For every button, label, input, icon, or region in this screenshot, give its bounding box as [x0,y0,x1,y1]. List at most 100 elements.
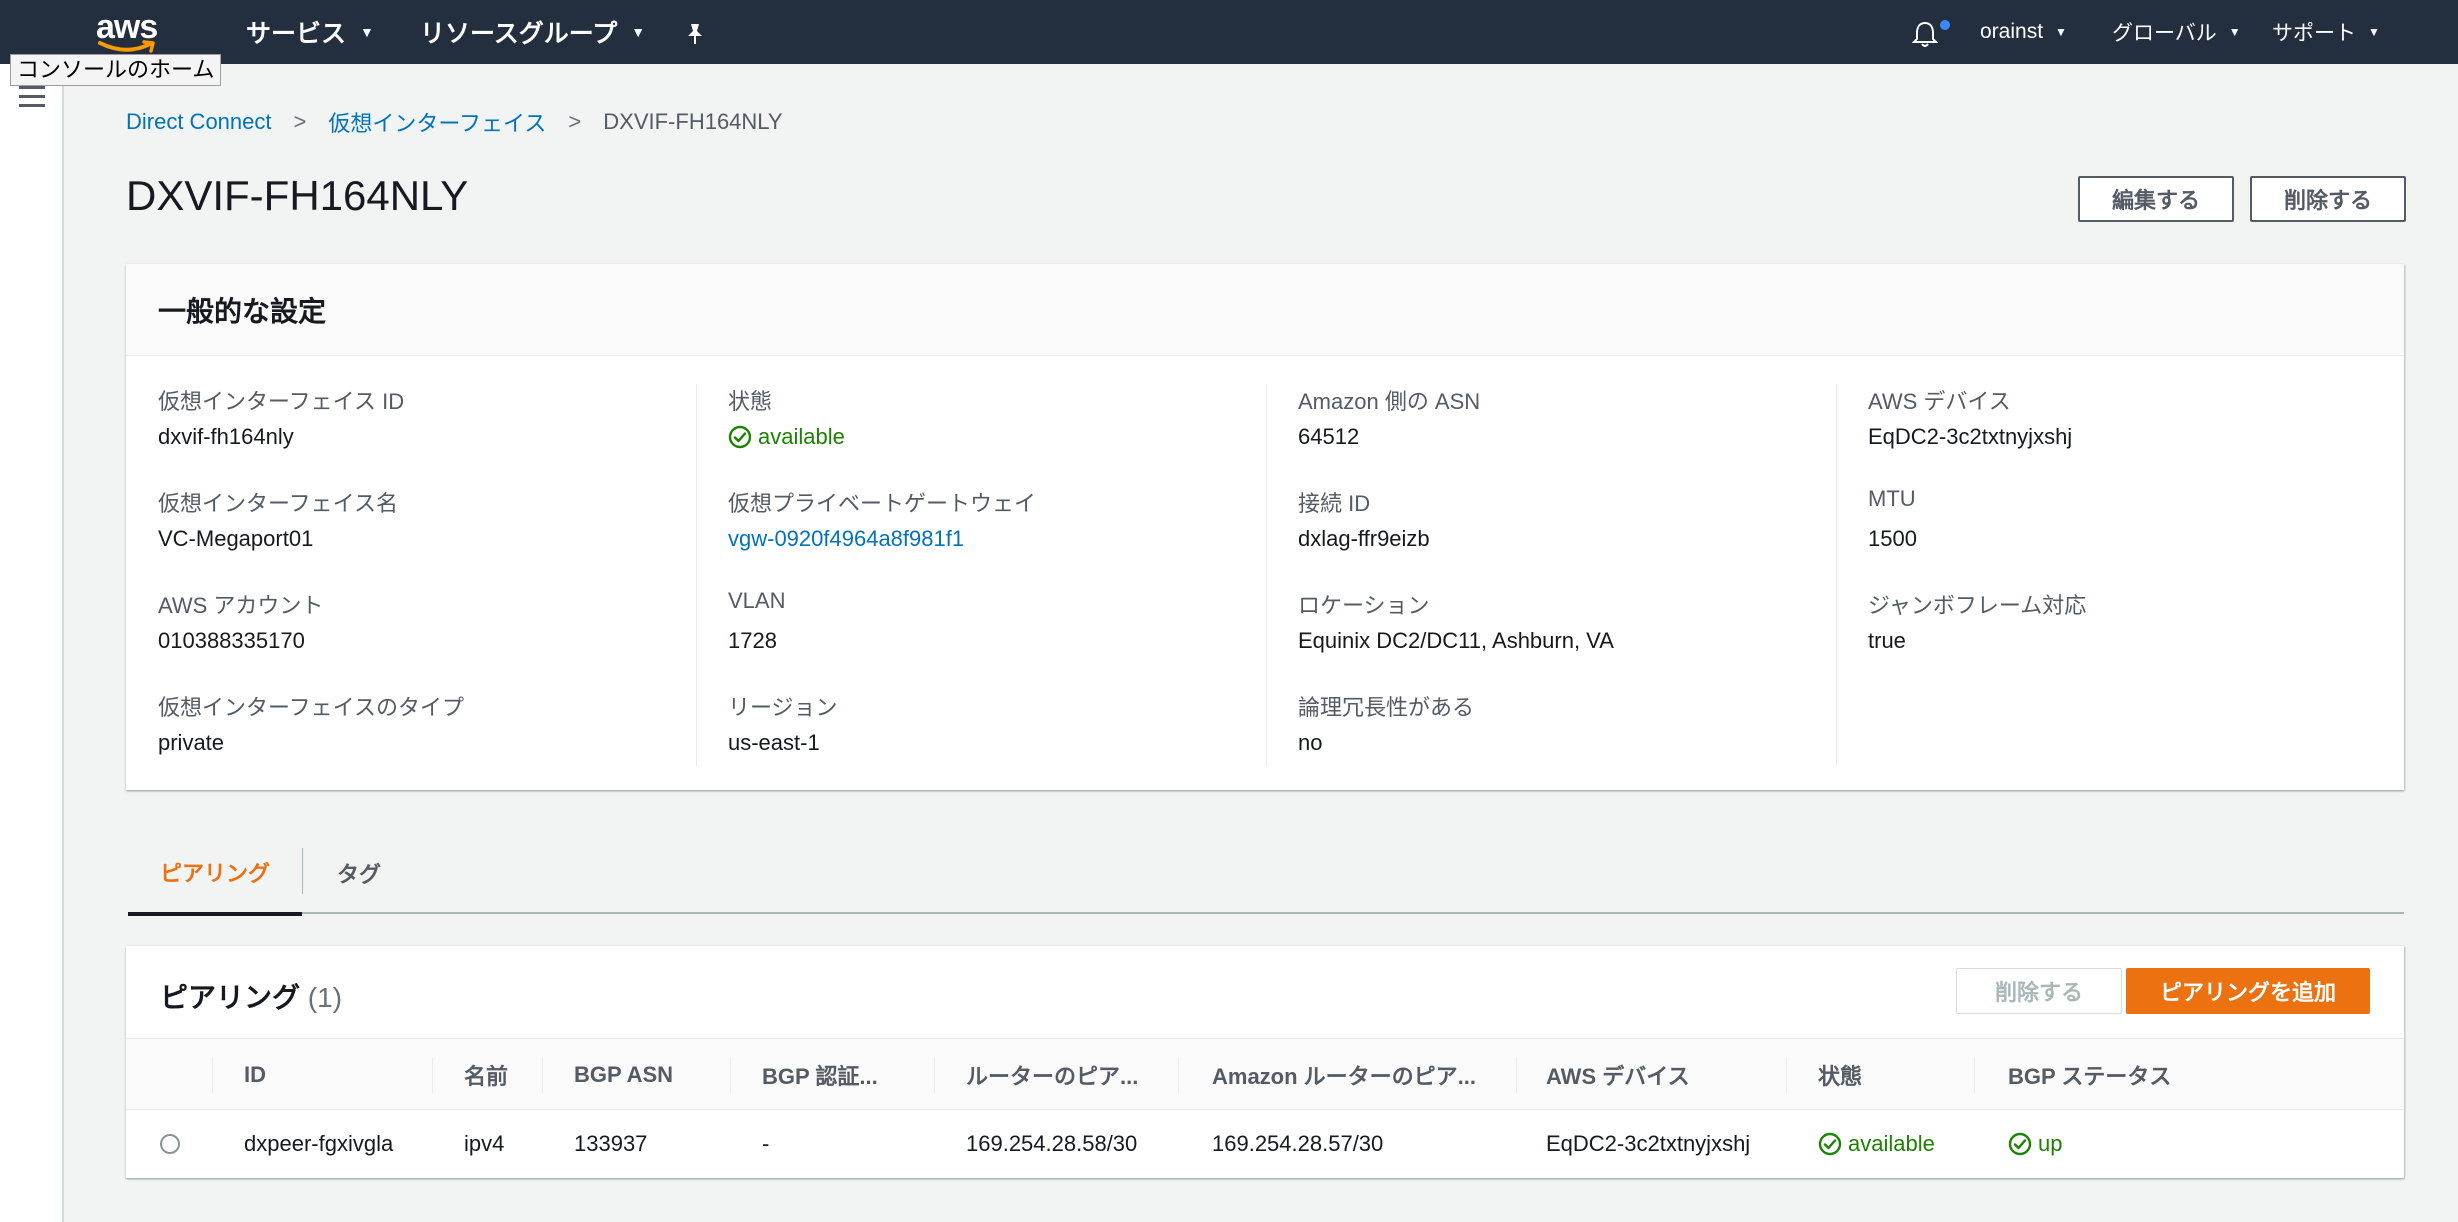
user-label: orainst [1980,20,2044,43]
field-value-region: us-east-1 [728,730,820,755]
field-value-vif-type: private [158,730,225,755]
peering-count: (1) [307,982,343,1013]
chevron-right-icon: > [293,109,307,134]
field-value-connection-id: dxlag-ffr9eizb [1298,526,1430,551]
field-value-state: available [758,424,845,449]
region-menu[interactable]: グローバル ▼ [2112,0,2241,64]
column-divider [730,1057,731,1093]
column-divider [1516,1057,1517,1093]
column-header-router-peer[interactable]: ルーターのピア... [966,1039,1138,1111]
aws-logo[interactable]: aws [96,8,162,54]
column-divider [1974,1057,1975,1093]
column-header-id[interactable]: ID [244,1039,266,1111]
column-header-aws-device[interactable]: AWS デバイス [1546,1039,1690,1111]
column-header-amazon-router-peer[interactable]: Amazon ルーターのピア... [1212,1039,1476,1111]
column-divider [1178,1057,1179,1093]
aws-smile-icon [98,40,155,53]
field-value-aws-device: EqDC2-3c2txtnyjxshj [1868,424,2073,449]
top-navigation: aws サービス ▼ リソースグループ ▼ orainst ▼ グローバル ▼ … [0,0,2458,64]
chevron-down-icon: ▼ [2228,25,2241,39]
field-label: 仮想インターフェイス名 [158,491,399,516]
tab-peering[interactable]: ピアリング [128,832,302,916]
field-value-account: 010388335170 [158,628,305,653]
pin-icon[interactable] [684,22,706,46]
delete-button[interactable]: 削除する [2250,176,2406,222]
column-header-state[interactable]: 状態 [1818,1039,1862,1111]
delete-peering-button[interactable]: 削除する [1956,968,2122,1014]
field-label: リージョン [728,695,838,720]
field-label: AWS アカウント [158,593,324,618]
cell-name: ipv4 [464,1131,505,1156]
field-label: ジャンボフレーム対応 [1868,593,2087,618]
column-header-bgp-auth[interactable]: BGP 認証... [762,1039,878,1111]
add-peering-button[interactable]: ピアリングを追加 [2126,968,2370,1014]
chevron-down-icon: ▼ [2055,25,2067,39]
cell-aws-device: EqDC2-3c2txtnyjxshj [1546,1131,1751,1156]
row-select-radio[interactable] [160,1134,180,1154]
cell-state-text: available [1848,1131,1935,1156]
field-value-location: Equinix DC2/DC11, Ashburn, VA [1298,628,1614,653]
general-settings-panel: 一般的な設定 仮想インターフェイス ID dxvif-fh164nly 仮想イン… [126,264,2404,790]
column-divider [432,1057,433,1093]
field-label: MTU [1868,486,1916,511]
user-menu[interactable]: orainst ▼ [1980,0,2067,64]
settings-column-4: AWS デバイス EqDC2-3c2txtnyjxshj MTU 1500 ジャ… [1836,356,2404,790]
tab-tags[interactable]: タグ [304,832,414,914]
field-label: ロケーション [1298,593,1430,618]
field-label: 状態 [728,389,773,414]
field-value-mtu: 1500 [1868,526,1917,551]
field-label: 仮想インターフェイスのタイプ [158,695,465,720]
settings-column-1: 仮想インターフェイス ID dxvif-fh164nly 仮想インターフェイス名… [126,356,696,790]
breadcrumb-virtual-interfaces[interactable]: 仮想インターフェイス [328,106,546,138]
chevron-down-icon: ▼ [631,24,646,40]
cell-bgp-status: up [2008,1110,2062,1178]
support-menu[interactable]: サポート ▼ [2272,0,2380,64]
column-divider [542,1057,543,1093]
column-header-bgp-status[interactable]: BGP ステータス [2008,1039,2171,1111]
field-label: 仮想インターフェイス ID [158,389,405,414]
cell-bgp-status-text: up [2038,1131,2063,1156]
breadcrumb: Direct Connect > 仮想インターフェイス > DXVIF-FH16… [126,106,783,138]
general-settings-title: 一般的な設定 [126,264,2404,356]
resource-groups-menu[interactable]: リソースグループ ▼ [420,0,645,64]
field-label: VLAN [728,588,786,613]
field-value-amazon-asn: 64512 [1298,424,1360,449]
notification-indicator [1940,20,1950,30]
check-circle-icon [1818,1132,1842,1156]
services-menu[interactable]: サービス ▼ [246,0,374,64]
settings-column-3: Amazon 側の ASN 64512 接続 ID dxlag-ffr9eizb… [1266,356,1836,790]
cell-state: available [1818,1110,1935,1178]
support-label: サポート [2272,22,2356,45]
edit-button[interactable]: 編集する [2078,176,2234,222]
page-title: DXVIF-FH164NLY [126,172,469,219]
column-header-bgp-asn[interactable]: BGP ASN [574,1039,673,1111]
column-header-name[interactable]: 名前 [464,1039,508,1111]
column-divider [696,384,697,766]
breadcrumb-direct-connect[interactable]: Direct Connect [126,109,272,135]
cell-bgp-asn: 133937 [574,1131,648,1156]
vgw-link[interactable]: vgw-0920f4964a8f981f1 [728,526,964,552]
breadcrumb-current: DXVIF-FH164NLY [603,109,783,134]
notifications-bell-icon[interactable] [1912,20,1938,48]
console-home-tooltip: コンソールのホーム [10,54,222,86]
column-divider [1266,384,1267,766]
table-row[interactable]: dxpeer-fgxivgla ipv4 133937 - 169.254.28… [126,1110,2404,1178]
cell-router-peer: 169.254.28.58/30 [966,1131,1138,1156]
region-label: グローバル [2112,22,2217,45]
field-value-jumbo-frame: true [1868,628,1906,653]
column-divider [212,1057,213,1093]
field-label: AWS デバイス [1868,389,2011,414]
column-divider [934,1057,935,1093]
field-value-vif-id: dxvif-fh164nly [158,424,294,449]
field-label: 接続 ID [1298,491,1371,516]
menu-hamburger-icon[interactable] [19,86,45,113]
status-available: available [728,424,845,450]
field-label: 論理冗長性がある [1298,695,1475,720]
cell-amazon-router-peer: 169.254.28.57/30 [1212,1131,1384,1156]
services-label: サービス [246,20,347,48]
check-circle-icon [728,425,752,449]
column-divider [1836,384,1837,766]
field-value-logical-redundancy: no [1298,730,1323,755]
cell-id: dxpeer-fgxivgla [244,1131,394,1156]
tab-divider [302,848,303,894]
